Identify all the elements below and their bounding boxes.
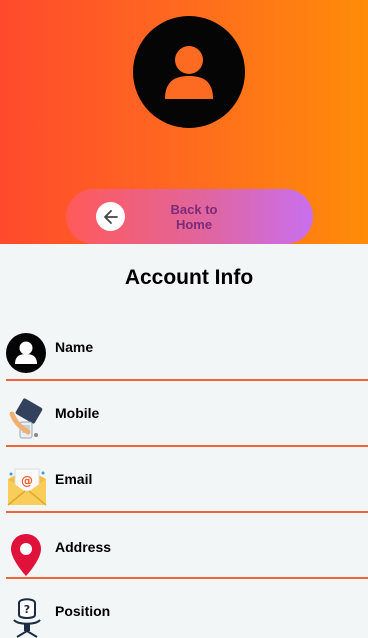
mobile-icon [6, 398, 46, 440]
svg-text:@: @ [21, 474, 33, 488]
svg-text:?: ? [24, 603, 30, 616]
position-icon: ? [10, 595, 50, 638]
field-label-mobile: Mobile [55, 405, 100, 421]
page-title: Account Info [124, 266, 254, 289]
field-label-email: Email [55, 471, 93, 487]
field-row-name[interactable]: Name [6, 315, 368, 381]
back-button-label: Back to Home [170, 202, 218, 232]
back-to-home-button[interactable]: Back to Home [66, 189, 313, 244]
back-arrow-icon [96, 202, 125, 231]
location-pin-icon [9, 533, 49, 576]
field-row-mobile[interactable]: Mobile [6, 381, 368, 447]
field-label-address: Address [55, 539, 112, 555]
user-icon [6, 333, 46, 375]
field-label-position: Position [55, 603, 111, 619]
profile-avatar [133, 16, 245, 128]
user-icon [165, 46, 213, 99]
field-row-address[interactable]: Address [6, 513, 368, 579]
field-row-email[interactable]: @ Email [6, 447, 368, 513]
field-label-name: Name [55, 339, 94, 355]
profile-header: Back to Home [0, 0, 368, 244]
email-icon: @ [6, 463, 47, 506]
field-row-position[interactable]: ? Position [6, 579, 368, 638]
